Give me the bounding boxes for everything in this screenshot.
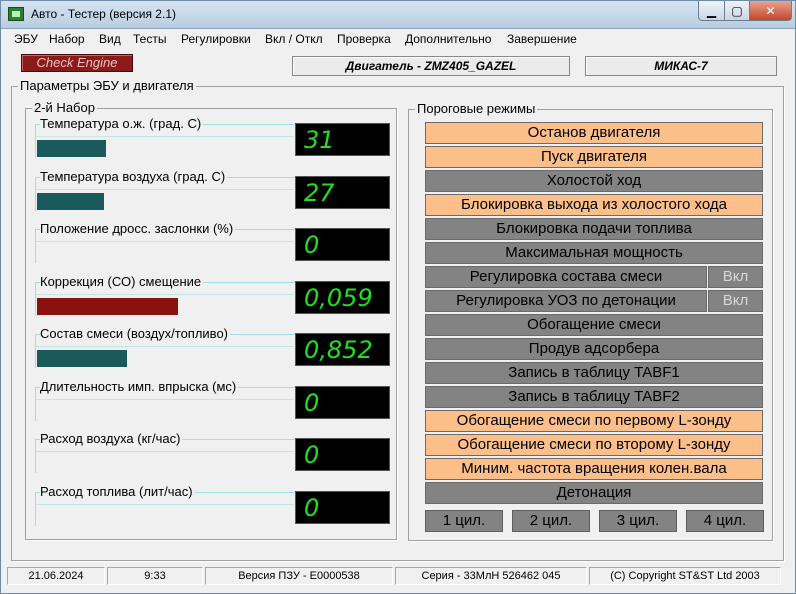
mode-indicator: Холостой ход [425, 170, 763, 192]
menu-onoff[interactable]: Вкл / Откл [265, 32, 323, 46]
sensor-readout: 0 [295, 490, 390, 524]
sensor-bar-track [36, 188, 294, 211]
mode-indicator: Обогащение смеси [425, 314, 763, 336]
sensor-bar-track [36, 346, 294, 368]
menu-ecu[interactable]: ЭБУ [14, 32, 38, 46]
sensor-panel: Температура о.ж. (град. С) 31 [35, 116, 391, 162]
sensor-bar-fill [37, 350, 127, 367]
sensor-readout: 0 [295, 385, 390, 419]
sensor-bar-fill [37, 297, 178, 315]
status-time: 9:33 [107, 567, 203, 585]
sensor-bar-track [36, 451, 294, 473]
maximize-icon: ▢ [731, 3, 743, 18]
sensor-panel: Температура воздуха (град. С) 27 [35, 168, 391, 215]
mode-indicator: Обогащение смеси по второму L-зонду [425, 434, 763, 456]
status-date: 21.06.2024 [7, 567, 105, 585]
sensor-readout: 0,852 [295, 333, 390, 366]
cylinder-4-button[interactable]: 4 цил. [686, 510, 764, 532]
mode-indicator: Миним. частота вращения колен.вала [425, 458, 763, 480]
sensor-readout: 27 [295, 175, 390, 209]
sensor-label: Положение дросс. заслонки (%) [40, 221, 236, 236]
minimize-button[interactable]: ▁ [698, 1, 725, 21]
mode-indicator: Продув адсорбера [425, 338, 763, 360]
sensor-readout: 0 [295, 438, 390, 471]
params-group-label: Параметры ЭБУ и двигателя [18, 78, 196, 93]
cylinder-1-button[interactable]: 1 цил. [425, 510, 503, 532]
status-rom-version: Версия ПЗУ - Е0000538 [205, 567, 393, 585]
sensor-readout: 31 [295, 123, 390, 156]
ecu-info: МИКАС-7 [585, 56, 777, 76]
mode-toggle-button[interactable]: Вкл [708, 266, 763, 288]
mode-indicator: Регулировка состава смеси [425, 266, 707, 288]
sensor-label: Длительность имп. впрыска (мс) [40, 378, 239, 394]
title-bar[interactable]: Авто - Тестер (версия 2.1) ▁ ▢ ✕ [1, 1, 795, 29]
sensor-bar-track [36, 398, 294, 421]
cylinder-3-button[interactable]: 3 цил. [599, 510, 677, 532]
app-icon [8, 7, 24, 21]
sensor-readout: 0,059 [295, 280, 390, 314]
modes-group-label: Пороговые режимы [415, 101, 538, 116]
sensor-panel: Состав смеси (воздух/топливо) 0,852 [35, 326, 391, 372]
sensor-bar-fill [37, 140, 107, 157]
sensor-panel: Расход воздуха (кг/час) 0 [35, 431, 391, 477]
menu-view[interactable]: Вид [99, 32, 121, 46]
mode-indicator: Обогащение смеси по первому L-зонду [425, 410, 763, 432]
sensor-label: Расход воздуха (кг/час) [40, 431, 183, 446]
sensor-panel: Положение дросс. заслонки (%) 0 [35, 221, 391, 267]
close-icon: ✕ [765, 3, 776, 18]
engine-info: Двигатель - ZMZ405_GAZEL [292, 56, 570, 76]
sensor-label: Коррекция (СО) смещение [40, 273, 204, 289]
mode-indicator: Максимальная мощность [425, 242, 763, 264]
sensor-bar-fill [37, 192, 104, 210]
minimize-icon: ▁ [706, 3, 717, 18]
sensor-bar-track [36, 293, 294, 316]
sensor-label: Расход топлива (лит/час) [40, 483, 195, 499]
mode-indicator: Останов двигателя [425, 122, 763, 144]
mode-indicator: Запись в таблицу TABF1 [425, 362, 763, 384]
mode-indicator: Запись в таблицу TABF2 [425, 386, 763, 408]
sensor-panel: Коррекция (СО) смещение 0,059 [35, 273, 391, 320]
menu-adjust[interactable]: Регулировки [181, 32, 251, 46]
sensor-bar-track [36, 136, 294, 158]
menu-bar: ЭБУ Набор Вид Тесты Регулировки Вкл / От… [1, 30, 795, 48]
check-engine-indicator: Check Engine [21, 54, 133, 72]
status-copyright: (C) Copyright ST&ST Ltd 2003 [589, 567, 781, 585]
status-bar: 21.06.2024 9:33 Версия ПЗУ - Е0000538 Се… [1, 567, 795, 589]
menu-tests[interactable]: Тесты [133, 32, 166, 46]
mode-toggle-button[interactable]: Вкл [708, 290, 763, 312]
mode-indicator: Регулировка УОЗ по детонации [425, 290, 707, 312]
menu-extra[interactable]: Дополнительно [405, 32, 491, 46]
sensor-bar-track [36, 241, 294, 263]
app-window: Авто - Тестер (версия 2.1) ▁ ▢ ✕ ЭБУ Наб… [0, 0, 796, 594]
maximize-button[interactable]: ▢ [724, 1, 750, 21]
menu-exit[interactable]: Завершение [507, 32, 577, 46]
sensor-label: Температура о.ж. (град. С) [40, 116, 204, 131]
sensor-readout: 0 [295, 228, 390, 261]
sensor-panel: Длительность имп. впрыска (мс) 0 [35, 378, 391, 425]
menu-set[interactable]: Набор [49, 32, 85, 46]
sensor-label: Состав смеси (воздух/топливо) [40, 326, 231, 341]
mode-indicator: Блокировка подачи топлива [425, 218, 763, 240]
menu-check[interactable]: Проверка [337, 32, 391, 46]
cylinder-2-button[interactable]: 2 цил. [512, 510, 590, 532]
window-title: Авто - Тестер (версия 2.1) [31, 7, 176, 21]
close-button[interactable]: ✕ [749, 1, 792, 21]
sensor-bar-track [36, 503, 294, 526]
mode-indicator: Блокировка выхода из холостого хода [425, 194, 763, 216]
mode-indicator: Пуск двигателя [425, 146, 763, 168]
sensor-label: Температура воздуха (град. С) [40, 168, 228, 184]
mode-indicator: Детонация [425, 482, 763, 504]
sensor-panel: Расход топлива (лит/час) 0 [35, 483, 391, 530]
status-serial: Серия - 33МлН 526462 045 [395, 567, 587, 585]
set-group-label: 2-й Набор [32, 100, 97, 115]
